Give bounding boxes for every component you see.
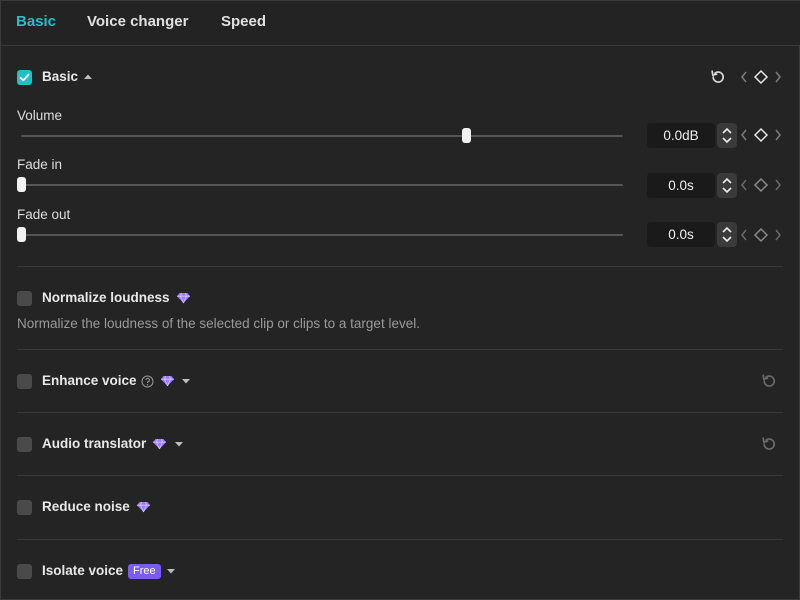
isolate-voice-title: Isolate voice: [42, 563, 124, 578]
keyframe-diamond-icon[interactable]: [753, 69, 769, 85]
keyframe-diamond-icon[interactable]: [753, 177, 769, 193]
tab-voice-changer[interactable]: Voice changer: [87, 13, 188, 30]
normalize-loudness-description: Normalize the loudness of the selected c…: [17, 316, 420, 331]
normalize-loudness-checkbox[interactable]: [17, 291, 32, 306]
enhance-voice-title: Enhance voice: [42, 373, 137, 388]
volume-label: Volume: [17, 108, 63, 123]
divider: [17, 266, 783, 267]
fade-out-slider-track[interactable]: [21, 234, 623, 236]
tab-bar: Basic Voice changer Speed: [1, 1, 800, 46]
stepper-icon: [722, 177, 732, 194]
fade-in-slider-thumb[interactable]: [17, 177, 26, 192]
enhance-voice-checkbox[interactable]: [17, 374, 32, 389]
fade-in-label: Fade in: [17, 157, 63, 172]
premium-gem-icon: [177, 292, 190, 304]
caret-down-icon[interactable]: [181, 378, 191, 385]
volume-value[interactable]: 0.0dB: [647, 123, 715, 148]
normalize-loudness-title: Normalize loudness: [42, 290, 170, 305]
fade-in-slider-track[interactable]: [21, 184, 623, 186]
divider: [17, 475, 783, 476]
check-icon: [19, 73, 30, 82]
reduce-noise-title: Reduce noise: [42, 499, 130, 514]
volume-slider-track[interactable]: [21, 135, 623, 137]
fade-out-stepper[interactable]: [717, 222, 737, 247]
caret-down-icon[interactable]: [174, 441, 184, 448]
tab-basic[interactable]: Basic: [16, 13, 56, 30]
reset-icon[interactable]: [710, 69, 726, 85]
tab-speed[interactable]: Speed: [221, 13, 266, 30]
chevron-right-icon[interactable]: [774, 70, 782, 84]
chevron-right-icon[interactable]: [774, 228, 782, 242]
basic-section-title: Basic: [42, 69, 79, 84]
fade-out-label: Fade out: [17, 207, 71, 222]
divider: [17, 539, 783, 540]
chevron-left-icon[interactable]: [740, 228, 748, 242]
fade-out-value[interactable]: 0.0s: [647, 222, 715, 247]
audio-translator-checkbox[interactable]: [17, 437, 32, 452]
chevron-right-icon[interactable]: [774, 178, 782, 192]
volume-stepper[interactable]: [717, 123, 737, 148]
fade-out-slider-thumb[interactable]: [17, 227, 26, 242]
basic-checkbox[interactable]: [17, 70, 32, 85]
help-icon[interactable]: [141, 375, 154, 388]
stepper-icon: [722, 226, 732, 243]
divider: [17, 349, 783, 350]
premium-gem-icon: [153, 438, 166, 450]
chevron-right-icon[interactable]: [774, 128, 782, 142]
free-badge: Free: [128, 564, 161, 579]
reset-icon[interactable]: [761, 436, 777, 452]
reset-icon[interactable]: [761, 373, 777, 389]
fade-in-stepper[interactable]: [717, 173, 737, 198]
isolate-voice-checkbox[interactable]: [17, 564, 32, 579]
stepper-icon: [722, 127, 732, 144]
chevron-left-icon[interactable]: [740, 128, 748, 142]
caret-up-icon[interactable]: [83, 73, 93, 80]
chevron-left-icon[interactable]: [740, 178, 748, 192]
caret-down-icon[interactable]: [166, 568, 176, 575]
audio-panel: Basic Voice changer Speed Basic Volume 0…: [0, 0, 800, 600]
reduce-noise-checkbox[interactable]: [17, 500, 32, 515]
fade-in-value[interactable]: 0.0s: [647, 173, 715, 198]
keyframe-diamond-icon[interactable]: [753, 227, 769, 243]
audio-translator-title: Audio translator: [42, 436, 147, 451]
premium-gem-icon: [137, 501, 150, 513]
chevron-left-icon[interactable]: [740, 70, 748, 84]
premium-gem-icon: [161, 375, 174, 387]
keyframe-diamond-icon[interactable]: [753, 127, 769, 143]
divider: [17, 412, 783, 413]
volume-slider-thumb[interactable]: [462, 128, 472, 143]
